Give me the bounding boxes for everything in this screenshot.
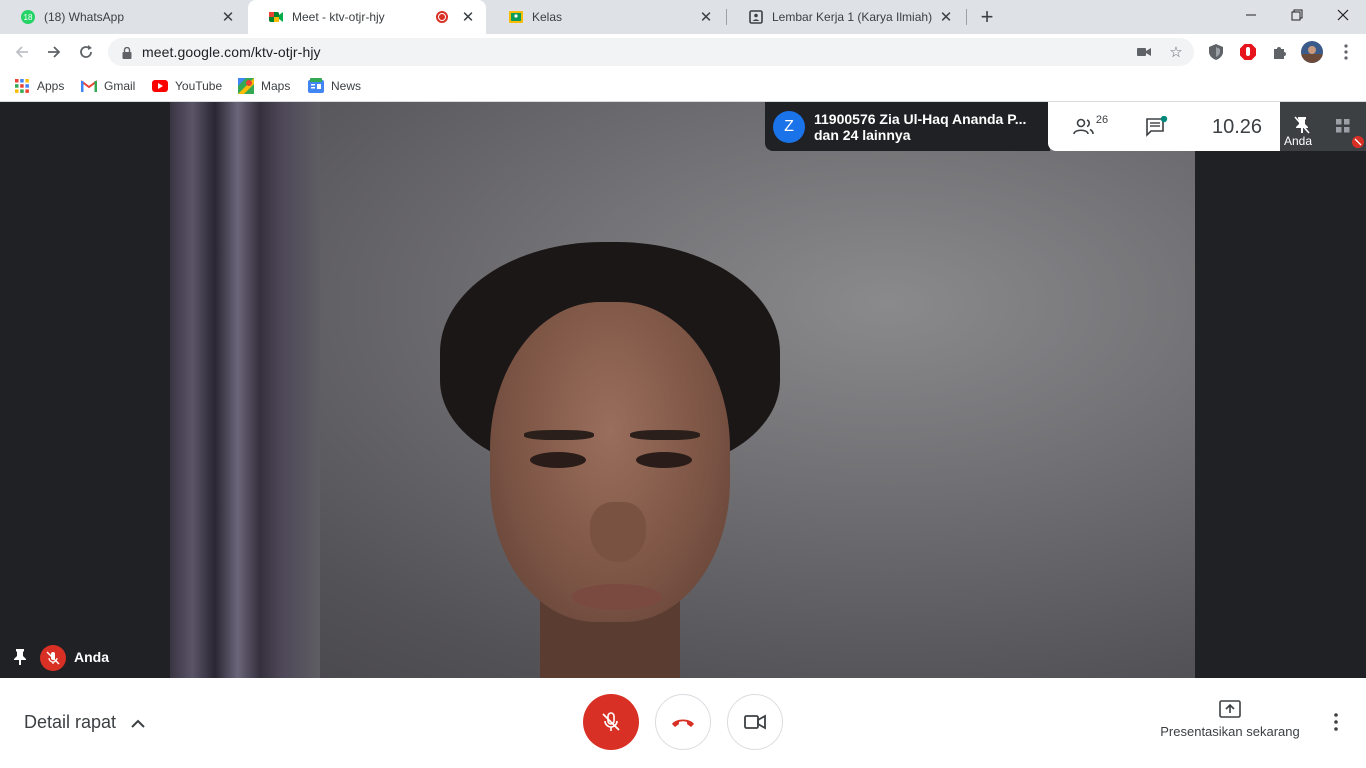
url-text: meet.google.com/ktv-otjr-hjy <box>142 44 321 60</box>
local-tile-name: Anda <box>74 649 109 665</box>
video-background-curtain <box>170 102 320 678</box>
meeting-details-button[interactable]: Detail rapat <box>24 712 146 733</box>
pin-icon[interactable] <box>12 648 28 666</box>
bookmark-star-icon[interactable]: ☆ <box>1168 44 1184 61</box>
bookmark-gmail[interactable]: Gmail <box>81 76 135 96</box>
hang-up-icon <box>672 719 694 727</box>
leave-call-button[interactable] <box>655 694 711 750</box>
bookmark-label: News <box>331 79 362 93</box>
tab-divider <box>966 9 967 25</box>
unpin-icon[interactable] <box>1294 116 1310 134</box>
restore-button[interactable] <box>1274 0 1320 30</box>
bookmark-news[interactable]: News <box>308 76 361 96</box>
bookmark-youtube[interactable]: YouTube <box>152 76 222 96</box>
muted-mic-icon <box>40 645 66 671</box>
shield-extension-icon[interactable] <box>1206 42 1226 62</box>
toggle-camera-button[interactable] <box>727 694 783 750</box>
google-classroom-icon <box>508 9 524 25</box>
active-speaker-panel[interactable]: Z 11900576 Zia Ul-Haq Ananda P... dan 24… <box>765 102 1050 151</box>
participant-count: 26 <box>1095 114 1109 126</box>
camera-in-use-icon[interactable] <box>1136 44 1152 60</box>
layout-grid-icon[interactable] <box>1336 119 1350 133</box>
back-button[interactable] <box>8 38 36 66</box>
toggle-microphone-button[interactable] <box>583 694 639 750</box>
tab-title: Meet - ktv-otjr-hjy <box>292 10 385 24</box>
bookmarks-bar: Apps Gmail YouTube Maps News <box>0 70 1366 102</box>
self-label: Anda <box>1284 134 1313 148</box>
bookmark-maps[interactable]: Maps <box>238 76 290 96</box>
apps-grid-icon <box>14 78 30 94</box>
participant-video[interactable] <box>170 102 1195 678</box>
chat-icon <box>1146 116 1168 137</box>
gmail-icon <box>81 78 97 94</box>
reload-button[interactable] <box>72 38 100 66</box>
close-window-button[interactable] <box>1320 0 1366 30</box>
close-tab-icon[interactable]: ✕ <box>938 9 954 26</box>
bookmark-label: YouTube <box>175 79 223 93</box>
tab-strip: 18 (18) WhatsApp ✕ Meet - ktv-otjr-hjy ✕… <box>0 0 1366 34</box>
address-bar[interactable]: meet.google.com/ktv-otjr-hjy ☆ <box>108 38 1194 66</box>
tab-whatsapp[interactable]: 18 (18) WhatsApp ✕ <box>0 0 246 34</box>
tab-lembar-kerja[interactable]: Lembar Kerja 1 (Karya Ilmiah) ✕ <box>728 0 964 34</box>
google-meet-icon <box>268 9 284 25</box>
present-now-button[interactable]: Presentasikan sekarang <box>1152 700 1308 739</box>
tab-meet[interactable]: Meet - ktv-otjr-hjy ✕ <box>248 0 486 34</box>
close-tab-icon[interactable]: ✕ <box>460 9 476 26</box>
meet-stage: Anda Z 11900576 Zia Ul-Haq Ananda P... d… <box>0 102 1366 678</box>
minimize-button[interactable] <box>1228 0 1274 30</box>
tab-divider <box>726 9 727 25</box>
participants-button[interactable]: 26 <box>1070 114 1110 140</box>
recording-indicator-icon <box>436 11 448 23</box>
muted-mic-icon <box>1352 136 1364 148</box>
tab-kelas[interactable]: Kelas ✕ <box>488 0 724 34</box>
classroom-assignment-icon <box>748 9 764 25</box>
meet-info-bar: 26 10.26 <box>1048 102 1280 151</box>
speaker-name: 11900576 Zia Ul-Haq Ananda P... <box>814 110 1027 127</box>
tab-title: Kelas <box>532 10 563 24</box>
close-tab-icon[interactable]: ✕ <box>698 9 714 26</box>
self-view-thumbnail[interactable]: Anda <box>1280 102 1366 151</box>
chat-button[interactable] <box>1144 114 1170 140</box>
more-options-icon[interactable] <box>1326 712 1346 732</box>
people-icon <box>1073 118 1094 135</box>
forward-button[interactable] <box>40 38 68 66</box>
camera-icon <box>744 714 766 730</box>
close-tab-icon[interactable]: ✕ <box>220 9 236 26</box>
speaker-others: dan 24 lainnya <box>814 126 911 143</box>
tab-title: Lembar Kerja 1 (Karya Ilmiah) <box>772 10 933 24</box>
meet-controls-bar: Detail rapat Presentasikan sekarang <box>0 678 1366 768</box>
bookmark-label: Maps <box>261 79 291 93</box>
whatsapp-icon: 18 <box>20 9 36 25</box>
stop-hand-extension-icon[interactable] <box>1238 42 1258 62</box>
browser-toolbar: meet.google.com/ktv-otjr-hjy ☆ <box>0 34 1366 70</box>
meeting-clock: 10.26 <box>1212 116 1263 138</box>
google-news-icon <box>308 78 324 94</box>
svg-text:18: 18 <box>24 13 33 22</box>
lock-icon[interactable] <box>122 46 132 59</box>
meeting-details-label: Detail rapat <box>24 712 117 732</box>
chevron-up-icon <box>130 715 146 731</box>
tab-title: (18) WhatsApp <box>44 10 125 24</box>
maps-icon <box>238 78 254 94</box>
profile-avatar[interactable] <box>1301 41 1323 63</box>
present-screen-icon <box>1219 700 1241 718</box>
bookmark-apps[interactable]: Apps <box>14 76 64 96</box>
extensions-puzzle-icon[interactable] <box>1270 42 1290 62</box>
mic-off-icon <box>602 712 620 731</box>
bookmark-label: Gmail <box>104 79 136 93</box>
present-now-label: Presentasikan sekarang <box>1160 724 1300 739</box>
avatar: Z <box>773 110 805 143</box>
bookmark-label: Apps <box>37 79 65 93</box>
new-tab-button[interactable]: + <box>975 4 999 29</box>
browser-menu-icon[interactable] <box>1336 42 1356 62</box>
participant-face-image <box>430 242 790 678</box>
youtube-icon <box>152 78 168 94</box>
